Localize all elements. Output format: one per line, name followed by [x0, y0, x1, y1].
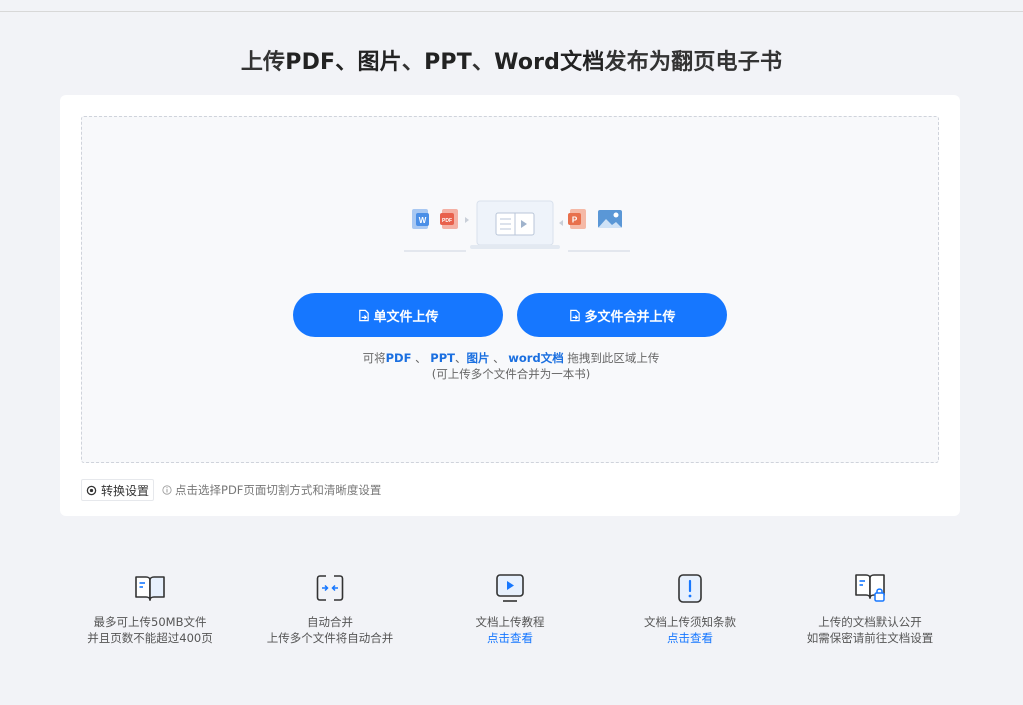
multi-file-merge-upload-button[interactable]: 多文件合并上传 — [517, 293, 727, 337]
pdf-icon: PDF — [440, 209, 458, 229]
upload-file-icon — [359, 309, 370, 321]
multi-file-upload-label: 多文件合并上传 — [584, 309, 676, 325]
notice-icon — [678, 574, 702, 603]
feature-list: 最多可上传50MB文件 并且页数不能超过400页 自动合并 上传多个文件将自动合… — [60, 570, 960, 670]
feature-public-default: 上传的文档默认公开 如需保密请前往文档设置 — [780, 570, 960, 646]
feature-auto-merge: 自动合并 上传多个文件将自动合并 — [240, 570, 420, 646]
video-tutorial-icon — [496, 574, 524, 602]
feature-upload-terms: 文档上传须知条款 点击查看 — [600, 570, 780, 646]
svg-text:PDF: PDF — [442, 218, 452, 224]
book-icon — [135, 576, 165, 601]
file-drop-zone[interactable]: W PDF P 单文件上传 多文件合并上传 可将PDF 、 PPT、图片 、 w… — [81, 116, 939, 463]
conversion-settings-button[interactable]: 转换设置 — [81, 479, 155, 501]
conversion-settings-row: 转换设置 点击选择PDF页面切割方式和清晰度设置 — [81, 479, 381, 501]
svg-text:P: P — [572, 216, 578, 225]
conversion-settings-tip: 点击选择PDF页面切割方式和清晰度设置 — [162, 482, 381, 498]
feature-size-limit: 最多可上传50MB文件 并且页数不能超过400页 — [60, 570, 240, 646]
word-icon: W — [412, 209, 429, 229]
single-file-upload-button[interactable]: 单文件上传 — [293, 293, 503, 337]
upload-file-icon — [570, 309, 581, 321]
drag-drop-hint: 可将PDF 、 PPT、图片 、 word文档 拖拽到此区域上传 (可上传多个文… — [362, 351, 660, 381]
merge-icon — [316, 575, 344, 601]
laptop-icon — [470, 200, 560, 249]
upload-panel: W PDF P 单文件上传 多文件合并上传 可将PDF 、 PPT、图片 、 w… — [60, 95, 960, 516]
privacy-book-icon — [855, 574, 885, 602]
svg-text:W: W — [419, 216, 427, 225]
single-file-upload-label: 单文件上传 — [373, 309, 439, 325]
image-icon — [598, 210, 622, 228]
page-title: 上传PDF、图片、PPT、Word文档发布为翻页电子书 — [240, 50, 783, 75]
info-icon — [162, 485, 172, 495]
settings-circle-icon — [86, 485, 97, 495]
file-types-illustration: W PDF P — [404, 200, 630, 252]
ppt-icon: P — [568, 209, 586, 229]
top-divider — [0, 11, 1023, 12]
terms-view-link[interactable]: 点击查看 — [600, 630, 780, 646]
feature-upload-tutorial: 文档上传教程 点击查看 — [420, 570, 600, 646]
tutorial-view-link[interactable]: 点击查看 — [420, 630, 600, 646]
